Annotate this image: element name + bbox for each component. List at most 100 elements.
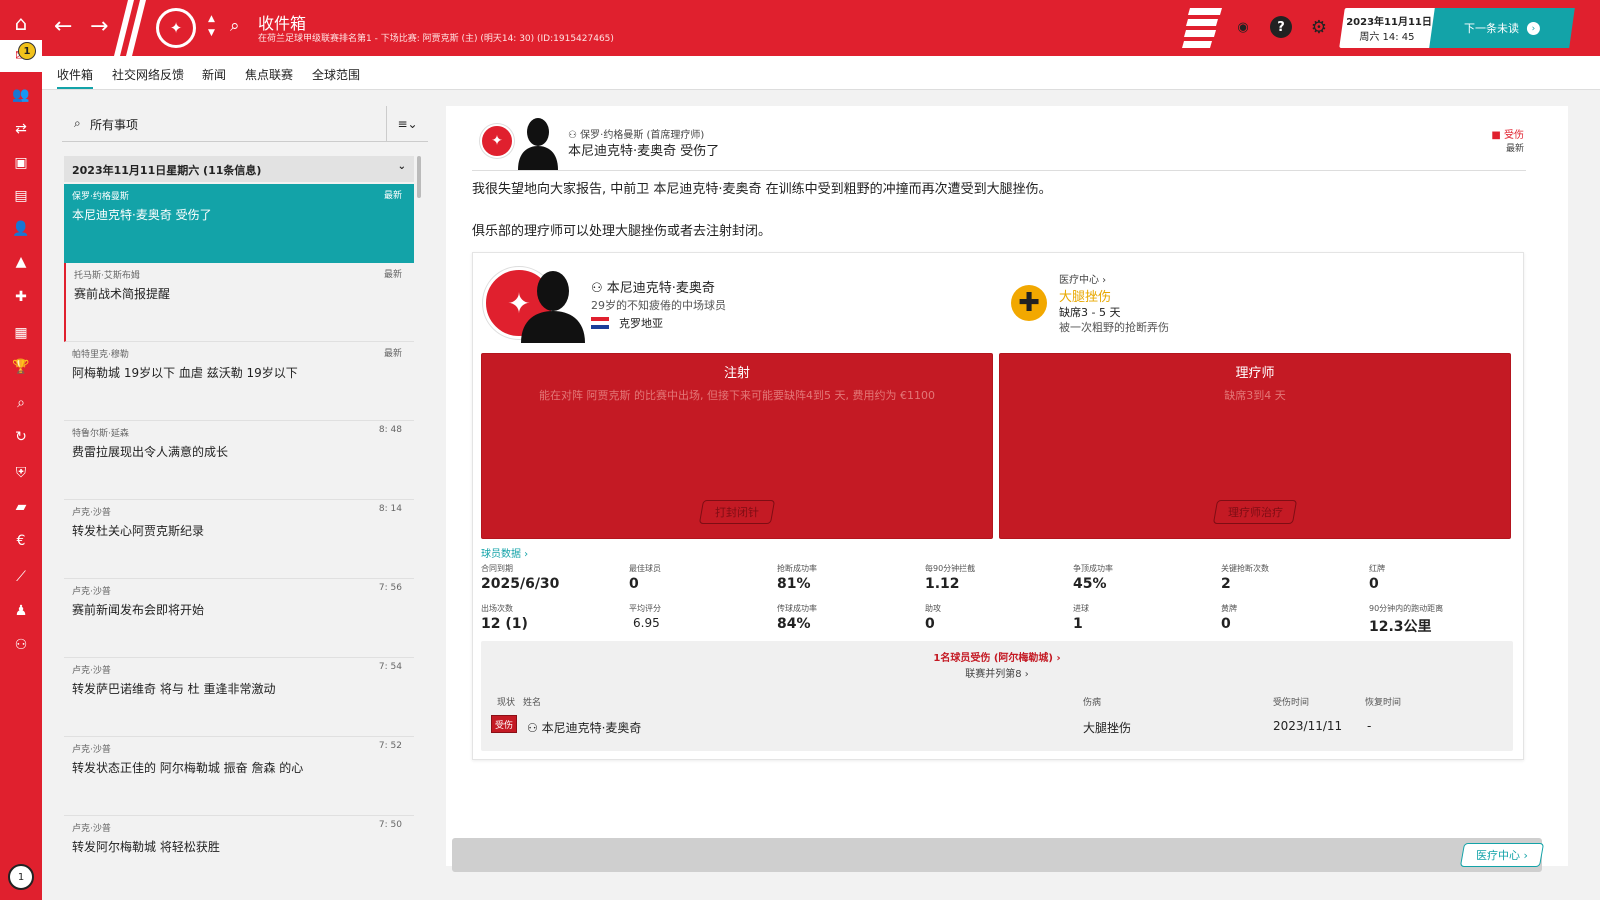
medical-button-label: 医疗中心 ›: [1476, 849, 1528, 862]
home-icon[interactable]: ⌂: [0, 6, 42, 40]
tab-focus-league[interactable]: 焦点联赛: [245, 66, 293, 83]
competitions-icon[interactable]: 🏆: [0, 352, 42, 382]
back-arrow-icon[interactable]: ←: [54, 14, 72, 39]
tactics-icon[interactable]: ▣: [0, 148, 42, 178]
list-item[interactable]: 特鲁尔斯·延森 费雷拉展现出令人满意的成长 8: 48: [64, 421, 414, 500]
schedule-icon[interactable]: ▦: [0, 318, 42, 348]
header-stripes: [114, 0, 146, 56]
search-icon[interactable]: ⌕: [230, 16, 240, 36]
list-item[interactable]: 保罗·约格曼斯 本尼迪克特·麦奥奇 受伤了 最新: [64, 184, 414, 263]
club-logo-icon[interactable]: ✦: [156, 8, 196, 48]
medical-button-text: 医疗中心: [1476, 849, 1521, 862]
stat-label: 合同到期: [481, 564, 513, 573]
tab-global[interactable]: 全球范围: [312, 66, 360, 83]
inbox-badge: 1: [18, 42, 36, 60]
msg-subject: 转发杜关心阿贾克斯纪录: [72, 524, 205, 538]
inbox-tabs: 收件箱 社交网络反馈 新闻 焦点联赛 全球范围: [42, 56, 1600, 90]
settings-gear-icon[interactable]: ⚙: [1308, 16, 1330, 38]
club-info-icon[interactable]: ⛨: [0, 458, 42, 488]
list-item[interactable]: 卢克·沙普 转发萨巴诺维奇 将与 杜 重逢非常激动 7: 54: [64, 658, 414, 737]
tab-social[interactable]: 社交网络反馈: [112, 66, 184, 83]
injury-count-text: 1名球员受伤 (阿尔梅勒城): [933, 653, 1053, 664]
player-avatar-icon: [521, 271, 585, 343]
next-unread-button[interactable]: 下一条未读 ›: [1429, 8, 1575, 48]
option-physio[interactable]: 理疗师 缺席3到4 天 理疗师治疗: [999, 353, 1511, 539]
body-paragraph: 我很失望地向大家报告, 中前卫 本尼迪克特·麦奥奇 在训练中受到粗野的冲撞而再次…: [472, 182, 1052, 197]
option-title: 理疗师: [1235, 366, 1275, 381]
tag-label: 受伤: [1504, 130, 1524, 141]
inbox-list-pane: ⌕ 所有事项 ≡⌄ 2023年11月11日星期六 (11条信息) ⌄ 保罗·约格…: [42, 90, 450, 900]
msg-from: 特鲁尔斯·延森: [72, 429, 129, 439]
stat-goals: 进球 1: [1073, 603, 1213, 632]
column-header[interactable]: 伤病: [1083, 695, 1101, 708]
option-injection[interactable]: 注射 能在对阵 阿贾克斯 的比赛中出场, 但接下来可能要缺阵4到5 天, 费用约…: [481, 353, 993, 539]
column-header[interactable]: 恢复时间: [1365, 695, 1401, 708]
chevron-right-icon: ›: [1527, 21, 1540, 35]
player-data-link[interactable]: 球员数据 ›: [481, 545, 528, 560]
msg-time: 8: 14: [378, 504, 402, 514]
development-icon[interactable]: ↻: [0, 422, 42, 452]
return-date: -: [1367, 719, 1372, 733]
money-icon[interactable]: €: [0, 526, 42, 556]
list-item[interactable]: 卢克·沙普 转发状态正佳的 阿尔梅勒城 振奋 詹森 的心 7: 52: [64, 737, 414, 816]
column-header[interactable]: 现状: [497, 695, 515, 708]
stat-contract-expiry: 合同到期 2025/6/30: [481, 563, 621, 592]
analytics-icon[interactable]: ⟋: [0, 562, 42, 592]
league-rank-text: 联赛并列第8: [965, 669, 1022, 680]
list-item[interactable]: 帕特里克·穆勒 阿梅勒城 19岁以下 血虐 兹沃勒 19岁以下 最新: [64, 342, 414, 421]
physio-button[interactable]: 理疗师治疗: [1212, 500, 1298, 524]
finances-icon[interactable]: ▰: [0, 492, 42, 522]
injured-player-name[interactable]: ⚇ 本尼迪克特·麦奥奇: [527, 719, 641, 736]
staff-search-icon[interactable]: ⚇: [0, 630, 42, 660]
staff-icon[interactable]: 👤: [0, 214, 42, 244]
tab-news[interactable]: 新闻: [202, 66, 226, 83]
notification-bottom-icon[interactable]: 1: [8, 864, 34, 890]
message-subject: 本尼迪克特·麦奥奇 受伤了: [568, 144, 720, 159]
forward-arrow-icon[interactable]: →: [90, 14, 108, 39]
date-group-header[interactable]: 2023年11月11日星期六 (11条信息) ⌄: [64, 156, 414, 182]
list-item[interactable]: 卢克·沙普 转发杜关心阿贾克斯纪录 8: 14: [64, 500, 414, 579]
stat-average-rating: 平均评分 6.95: [629, 603, 769, 630]
list-item[interactable]: 托马斯·艾斯布姆 赛前战术简报提醒 最新: [64, 263, 414, 342]
scrollbar[interactable]: [417, 156, 421, 198]
search-icon: ⌕: [74, 116, 81, 130]
msg-from: 卢克·沙普: [72, 824, 111, 834]
msg-from: 卢克·沙普: [72, 666, 111, 676]
training-icon[interactable]: ▲: [0, 247, 42, 277]
list-item[interactable]: 卢克·沙普 赛前新闻发布会即将开始 7: 56: [64, 579, 414, 658]
msg-time: 最新: [383, 349, 402, 359]
inbox-filter[interactable]: ⌕ 所有事项 ≡⌄: [62, 106, 428, 142]
reports-icon[interactable]: ▤: [0, 181, 42, 211]
column-header[interactable]: 姓名: [523, 695, 541, 708]
medical-icon[interactable]: ✚: [0, 282, 42, 312]
column-header[interactable]: 受伤时间: [1273, 695, 1309, 708]
message-detail: ✦ ⚇ 保罗·约格曼斯 (首席理疗师) 本尼迪克特·麦奥奇 受伤了 ■ 受伤 最…: [446, 106, 1568, 866]
medical-centre-button[interactable]: 医疗中心 ›: [1459, 843, 1545, 867]
medical-centre-link[interactable]: 医疗中心 ›: [1059, 271, 1106, 286]
tag-sublabel: 最新: [1505, 144, 1524, 154]
msg-subject: 阿梅勒城 19岁以下 血虐 兹沃勒 19岁以下: [72, 366, 298, 380]
list-item[interactable]: 卢克·沙普 转发阿尔梅勒城 将轻松获胜 7: 50: [64, 816, 414, 895]
sort-menu-icon[interactable]: ≡⌄: [386, 106, 428, 142]
squad-icon[interactable]: 👥: [0, 80, 42, 110]
status-badge: 受伤: [491, 715, 517, 733]
globe-icon[interactable]: ◉: [1232, 16, 1254, 38]
dev-centre-icon[interactable]: ♟: [0, 596, 42, 626]
tab-inbox[interactable]: 收件箱: [57, 66, 94, 89]
msg-time: 最新: [383, 191, 402, 201]
injection-button[interactable]: 打封闭针: [698, 500, 776, 524]
stat-headers: 争顶成功率 45%: [1073, 563, 1213, 592]
msg-subject: 转发萨巴诺维奇 将与 杜 重逢非常激动: [72, 682, 276, 696]
help-icon[interactable]: ?: [1270, 16, 1292, 38]
club-switch-icon[interactable]: ▲ ▼: [208, 12, 215, 40]
injury-tag[interactable]: ■ 受伤 最新: [1491, 126, 1524, 154]
stat-label: 出场次数: [481, 604, 513, 613]
injury-count-link[interactable]: 1名球员受伤 (阿尔梅勒城) ›: [481, 649, 1513, 664]
transfers-icon[interactable]: ⇄: [0, 114, 42, 144]
player-name[interactable]: ⚇ 本尼迪克特·麦奥奇: [591, 277, 715, 296]
player-name-text: 本尼迪克特·麦奥奇: [606, 281, 715, 296]
league-rank-link[interactable]: 联赛并列第8 ›: [481, 665, 1513, 680]
action-bar: [452, 838, 1542, 872]
stat-interceptions: 每90分钟拦截 1.12: [925, 563, 1065, 592]
scouting-icon[interactable]: ⌕: [0, 388, 42, 418]
